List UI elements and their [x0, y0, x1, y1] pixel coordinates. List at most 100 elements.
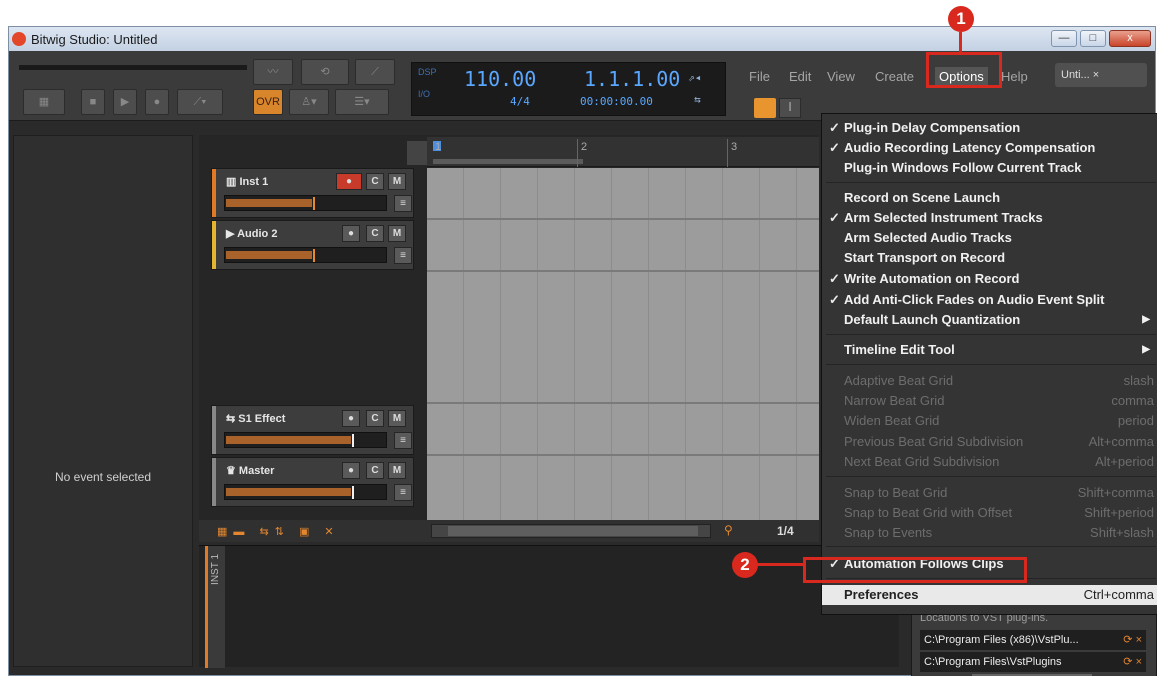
sync-icon[interactable]: ⇆: [694, 93, 701, 106]
annotation-step-2: 2: [732, 552, 758, 578]
vst-path-row[interactable]: C:\Program Files (x86)\VstPlu... ⟳ ×: [920, 630, 1146, 650]
check-icon: ✓: [829, 120, 840, 135]
menu-item-plugin-delay-compensation[interactable]: ✓ Plug-in Delay Compensation: [822, 118, 1157, 138]
check-icon: ✓: [829, 210, 840, 225]
pointer-tool-icon[interactable]: [754, 98, 776, 118]
solo-button[interactable]: C: [366, 410, 384, 427]
bar-label: 2: [581, 141, 588, 153]
vst-path-row[interactable]: C:\Program Files\VstPlugins ⟳ ×: [920, 652, 1146, 672]
arranger-footer: ▦▬ ⇆⇅ ▣ ✕ ⚲ 1/4: [199, 520, 819, 542]
mute-button[interactable]: M: [388, 410, 406, 427]
record-arm-button[interactable]: ●: [342, 410, 360, 427]
menu-item-arm-selected-instrument[interactable]: ✓ Arm Selected Instrument Tracks: [822, 208, 1157, 228]
project-tab[interactable]: Unti... ×: [1055, 63, 1147, 87]
record-arm-button[interactable]: ●: [342, 462, 360, 479]
groove-button[interactable]: ☰▾: [335, 89, 389, 115]
menu-item-default-launch-quantization[interactable]: Default Launch Quantization ▶: [822, 310, 1157, 330]
track-header-s1-effect[interactable]: ⇆ S1 Effect ● C M ≡: [211, 405, 414, 455]
minimize-button[interactable]: —: [1051, 30, 1077, 47]
punch-button[interactable]: ⟋: [355, 59, 395, 85]
record-button[interactable]: ●: [145, 89, 169, 115]
annotation-connector: [959, 32, 962, 52]
transport-display: DSP I/O 110.00 4/4 1.1.1.00 00:00:00.00 …: [411, 62, 726, 116]
bar-label: 1: [435, 141, 442, 153]
submenu-arrow-icon: ▶: [1142, 344, 1150, 355]
menu-item-arm-selected-audio[interactable]: Arm Selected Audio Tracks: [822, 228, 1157, 248]
solo-button[interactable]: C: [366, 225, 384, 242]
menu-item-widen-beat-grid: Widen Beat Grid period: [844, 413, 1154, 428]
close-button[interactable]: x: [1109, 30, 1151, 47]
track-volume-meter[interactable]: [224, 195, 387, 211]
menu-item-start-transport-on-record[interactable]: Start Transport on Record: [822, 248, 1157, 268]
track-name: ♛ Master: [226, 465, 275, 477]
menu-item-plugin-windows-follow[interactable]: Plug-in Windows Follow Current Track: [822, 158, 1157, 178]
track-volume-meter[interactable]: [224, 247, 387, 263]
automation-write-button[interactable]: ⟋▾: [177, 89, 223, 115]
path-actions-icon[interactable]: ⟳ ×: [1123, 630, 1142, 650]
annotation-connector: [757, 563, 805, 566]
track-menu-button[interactable]: ≡: [394, 195, 412, 212]
inspector-message: No event selected: [54, 470, 152, 484]
arrangement-grid[interactable]: [427, 168, 819, 520]
solo-button[interactable]: C: [366, 462, 384, 479]
horizontal-scrollbar[interactable]: [431, 524, 711, 538]
grid-resolution[interactable]: 1/4: [777, 524, 794, 538]
loop-button[interactable]: ⟲: [301, 59, 349, 85]
master-icon: ♛: [226, 465, 239, 477]
track-header-inst-1[interactable]: ▥ Inst 1 ● C M ≡: [211, 168, 414, 218]
loop-region[interactable]: [433, 159, 583, 164]
device-panel-tab[interactable]: INST 1: [205, 546, 225, 668]
stop-button[interactable]: ■: [81, 89, 105, 115]
position-value[interactable]: 1.1.1.00: [584, 67, 680, 91]
track-header-audio-2[interactable]: ▶ Audio 2 ● C M ≡: [211, 220, 414, 270]
layout-button[interactable]: ▦: [23, 89, 65, 115]
menu-edit[interactable]: Edit: [789, 69, 811, 84]
track-menu-button[interactable]: ≡: [394, 484, 412, 501]
mute-button[interactable]: M: [388, 225, 406, 242]
mute-button[interactable]: M: [388, 462, 406, 479]
tempo-value[interactable]: 110.00: [464, 67, 536, 91]
menu-help[interactable]: Help: [1001, 69, 1028, 84]
annotation-options-highlight: [926, 52, 1002, 88]
preferences-locations-panel: Locations to VST plug-ins. C:\Program Fi…: [911, 609, 1157, 676]
arranger-panel: 1 2 3 ▥ Inst 1 ● C M ≡ ▶ Audio 2 ● C M ≡…: [199, 135, 819, 542]
menu-item-preferences[interactable]: Preferences Ctrl+comma: [822, 585, 1157, 605]
track-volume-meter[interactable]: [224, 432, 387, 448]
follow-icon[interactable]: ⇗◂: [688, 71, 701, 84]
menu-item-write-automation[interactable]: ✓ Write Automation on Record: [822, 269, 1157, 289]
maximize-button[interactable]: □: [1080, 30, 1106, 47]
title-bar: Bitwig Studio: Untitled — □ x: [9, 27, 1155, 51]
arranger-tool-icons[interactable]: ▦▬ ⇆⇅ ▣ ✕: [217, 525, 340, 538]
solo-button[interactable]: C: [366, 173, 384, 190]
metronome-button[interactable]: ♙▾: [289, 89, 329, 115]
menu-item-anti-click-fades[interactable]: ✓ Add Anti-Click Fades on Audio Event Spl…: [822, 290, 1157, 310]
track-header-master[interactable]: ♛ Master ● C M ≡: [211, 457, 414, 507]
mute-button[interactable]: M: [388, 173, 406, 190]
track-volume-meter[interactable]: [224, 484, 387, 500]
track-menu-button[interactable]: ≡: [394, 432, 412, 449]
ruler-corner: [407, 141, 427, 165]
overdub-button[interactable]: OVR: [253, 89, 283, 115]
record-arm-button[interactable]: ●: [336, 173, 362, 190]
menu-create[interactable]: Create: [875, 69, 914, 84]
menu-item-record-on-scene-launch[interactable]: Record on Scene Launch: [822, 188, 1157, 208]
path-actions-icon[interactable]: ⟳ ×: [1123, 652, 1142, 672]
zoom-icon[interactable]: ⚲: [724, 523, 738, 537]
time-signature[interactable]: 4/4: [510, 95, 530, 108]
dsp-label: DSP: [418, 67, 437, 77]
menu-view[interactable]: View: [827, 69, 855, 84]
menu-item-snap-with-offset: Snap to Beat Grid with Offset Shift+perio…: [844, 505, 1154, 520]
track-name: ⇆ S1 Effect: [226, 413, 286, 425]
record-arm-button[interactable]: ●: [342, 225, 360, 242]
play-button[interactable]: ▶: [113, 89, 137, 115]
timeline-ruler[interactable]: 1 2 3: [427, 137, 819, 167]
text-tool-icon[interactable]: I: [779, 98, 801, 118]
menu-item-timeline-edit-tool[interactable]: Timeline Edit Tool ▶: [822, 340, 1157, 360]
automation-read-button[interactable]: 〰: [253, 59, 293, 85]
track-menu-button[interactable]: ≡: [394, 247, 412, 264]
menu-file[interactable]: File: [749, 69, 770, 84]
scroll-thumb[interactable]: [448, 526, 698, 536]
menu-item-audio-recording-latency[interactable]: ✓ Audio Recording Latency Compensation: [822, 138, 1157, 158]
annotation-preferences-highlight: [803, 557, 1027, 583]
inspector-panel: No event selected: [13, 135, 193, 667]
